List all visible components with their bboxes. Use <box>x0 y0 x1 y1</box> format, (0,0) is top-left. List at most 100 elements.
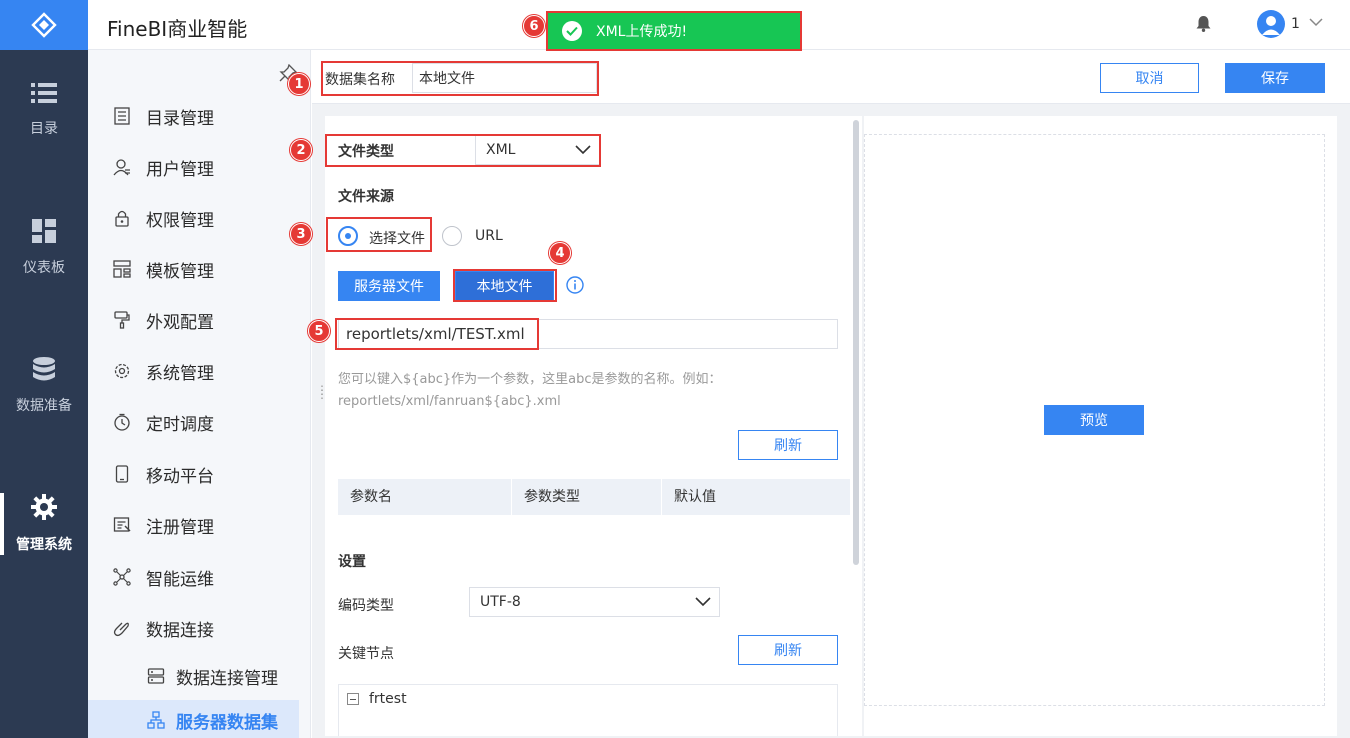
collapse-icon[interactable] <box>347 693 359 705</box>
save-button[interactable]: 保存 <box>1225 63 1325 93</box>
sidebar-item-register[interactable]: 注册管理 <box>88 505 311 545</box>
tree-node-label: frtest <box>369 691 407 707</box>
refresh-nodes-button[interactable]: 刷新 <box>738 635 838 665</box>
rail-item-label: 管理系统 <box>16 537 72 553</box>
server-icon <box>147 668 165 684</box>
sidebar-item-label: 移动平台 <box>146 466 214 487</box>
app-title: FineBI商业智能 <box>107 17 248 41</box>
sidebar-item-label: 定时调度 <box>146 414 214 435</box>
radio-choose-file[interactable] <box>338 226 358 246</box>
param-hint-line1: 您可以键入${abc}作为一个参数，这里abc是参数的名称。例如： <box>338 372 722 387</box>
radio-url-label[interactable]: URL <box>475 228 503 244</box>
dataset-icon <box>147 711 165 729</box>
encoding-value: UTF-8 <box>480 594 521 610</box>
rail-item-data-prep[interactable]: 数据准备 <box>0 331 88 441</box>
preview-area: 预览 <box>864 134 1325 706</box>
radio-choose-file-label[interactable]: 选择文件 <box>369 228 425 248</box>
sidebar-item-appearance[interactable]: 外观配置 <box>88 300 311 340</box>
radio-url[interactable] <box>442 226 462 246</box>
link-icon <box>113 622 129 637</box>
sidebar-item-label: 服务器数据集 <box>176 712 278 733</box>
annotation-marker-4: 4 <box>549 242 571 264</box>
form-panel: 文件类型 XML 文件来源 选择文件 URL 服务器文件 本地文件 您可以键入$… <box>325 116 860 736</box>
register-icon <box>113 517 131 532</box>
sidebar-item-label: 模板管理 <box>146 261 214 282</box>
rail-item-label: 目录 <box>30 121 58 137</box>
app-logo[interactable] <box>0 0 88 50</box>
annotation-marker-1: 1 <box>288 73 310 95</box>
key-node-label: 关键节点 <box>338 646 394 662</box>
sidebar-item-ops[interactable]: 智能运维 <box>88 557 311 597</box>
template-icon <box>113 260 131 278</box>
mobile-icon <box>115 465 129 483</box>
avatar[interactable] <box>1257 10 1285 38</box>
annotation-marker-2: 2 <box>290 139 312 161</box>
sidebar-item-label: 数据连接 <box>146 620 214 641</box>
file-source-label: 文件来源 <box>338 189 394 205</box>
encoding-select[interactable]: UTF-8 <box>469 587 720 617</box>
left-rail: 目录 仪表板 数据准备 管理系统 <box>0 0 88 738</box>
rail-item-admin[interactable]: 管理系统 <box>0 469 88 579</box>
sidebar-item-label: 用户管理 <box>146 159 214 180</box>
sidebar-item-mobile[interactable]: 移动平台 <box>88 454 311 494</box>
annotation-marker-6: 6 <box>523 15 545 37</box>
settings-section-label: 设置 <box>338 554 366 570</box>
admin-sidebar: 目录管理 用户管理 权限管理 模板管理 外观配置 系统管理 定时调度 移动平台 … <box>88 50 311 738</box>
sidebar-item-connection-manage[interactable]: 数据连接管理 <box>88 656 311 696</box>
dataset-name-input[interactable] <box>412 63 597 93</box>
sidebar-item-template[interactable]: 模板管理 <box>88 249 311 289</box>
sidebar-item-server-dataset[interactable]: 服务器数据集 <box>88 700 299 738</box>
info-icon[interactable] <box>566 276 584 294</box>
rail-item-label: 数据准备 <box>16 398 72 414</box>
column-header-param-name: 参数名 <box>338 479 512 515</box>
rail-item-catalog[interactable]: 目录 <box>0 55 88 165</box>
rail-item-dashboard[interactable]: 仪表板 <box>0 193 88 303</box>
param-table-header: 参数名 参数类型 默认值 <box>338 479 850 515</box>
success-toast: XML上传成功! <box>547 11 801 50</box>
bell-icon[interactable] <box>1196 15 1211 32</box>
user-icon <box>113 159 130 176</box>
form-scrollbar-thumb[interactable] <box>853 120 859 565</box>
dataset-toolbar: 数据集名称 取消 保存 <box>312 50 1350 104</box>
refresh-params-button[interactable]: 刷新 <box>738 430 838 460</box>
cancel-button[interactable]: 取消 <box>1100 63 1199 93</box>
file-type-select[interactable]: XML <box>475 135 600 165</box>
database-icon <box>33 357 55 381</box>
server-file-button[interactable]: 服务器文件 <box>338 271 440 301</box>
key-node-tree: frtest <box>338 684 838 736</box>
sidebar-item-label: 权限管理 <box>146 210 214 231</box>
chevron-down-icon <box>575 145 591 155</box>
timer-icon <box>114 413 130 431</box>
file-type-label: 文件类型 <box>338 144 394 160</box>
sidebar-item-label: 系统管理 <box>146 363 214 384</box>
sidebar-item-label: 智能运维 <box>146 569 214 590</box>
catalog-icon <box>114 107 130 125</box>
sidebar-item-catalog-manage[interactable]: 目录管理 <box>88 96 311 136</box>
column-header-default-value: 默认值 <box>674 489 716 505</box>
toast-message: XML上传成功! <box>596 23 688 40</box>
chevron-down-icon[interactable] <box>1309 17 1323 27</box>
check-circle-icon <box>562 20 582 41</box>
preview-panel: 预览 <box>864 116 1337 736</box>
dataset-name-label: 数据集名称 <box>325 72 395 88</box>
tree-node[interactable]: frtest <box>347 691 407 707</box>
sidebar-item-data-connection[interactable]: 数据连接 <box>88 608 311 648</box>
gear-icon <box>31 494 57 520</box>
brush-icon <box>114 311 130 329</box>
list-icon <box>31 83 57 103</box>
local-file-button[interactable]: 本地文件 <box>455 271 554 301</box>
lock-icon <box>115 210 129 227</box>
file-path-input[interactable] <box>338 319 838 349</box>
param-hint-line2: reportlets/xml/fanruan${abc}.xml <box>338 394 561 409</box>
sidebar-item-system[interactable]: 系统管理 <box>88 351 311 391</box>
settings-icon <box>114 363 130 379</box>
annotation-marker-5: 5 <box>308 320 330 342</box>
logo-icon <box>31 12 57 38</box>
sidebar-item-label: 外观配置 <box>146 312 214 333</box>
sidebar-item-permission[interactable]: 权限管理 <box>88 198 311 238</box>
sidebar-item-schedule[interactable]: 定时调度 <box>88 402 311 442</box>
preview-button[interactable]: 预览 <box>1044 405 1144 435</box>
user-name[interactable]: 1 <box>1291 16 1300 32</box>
sidebar-item-label: 注册管理 <box>146 517 214 538</box>
sidebar-item-user-manage[interactable]: 用户管理 <box>88 147 311 187</box>
